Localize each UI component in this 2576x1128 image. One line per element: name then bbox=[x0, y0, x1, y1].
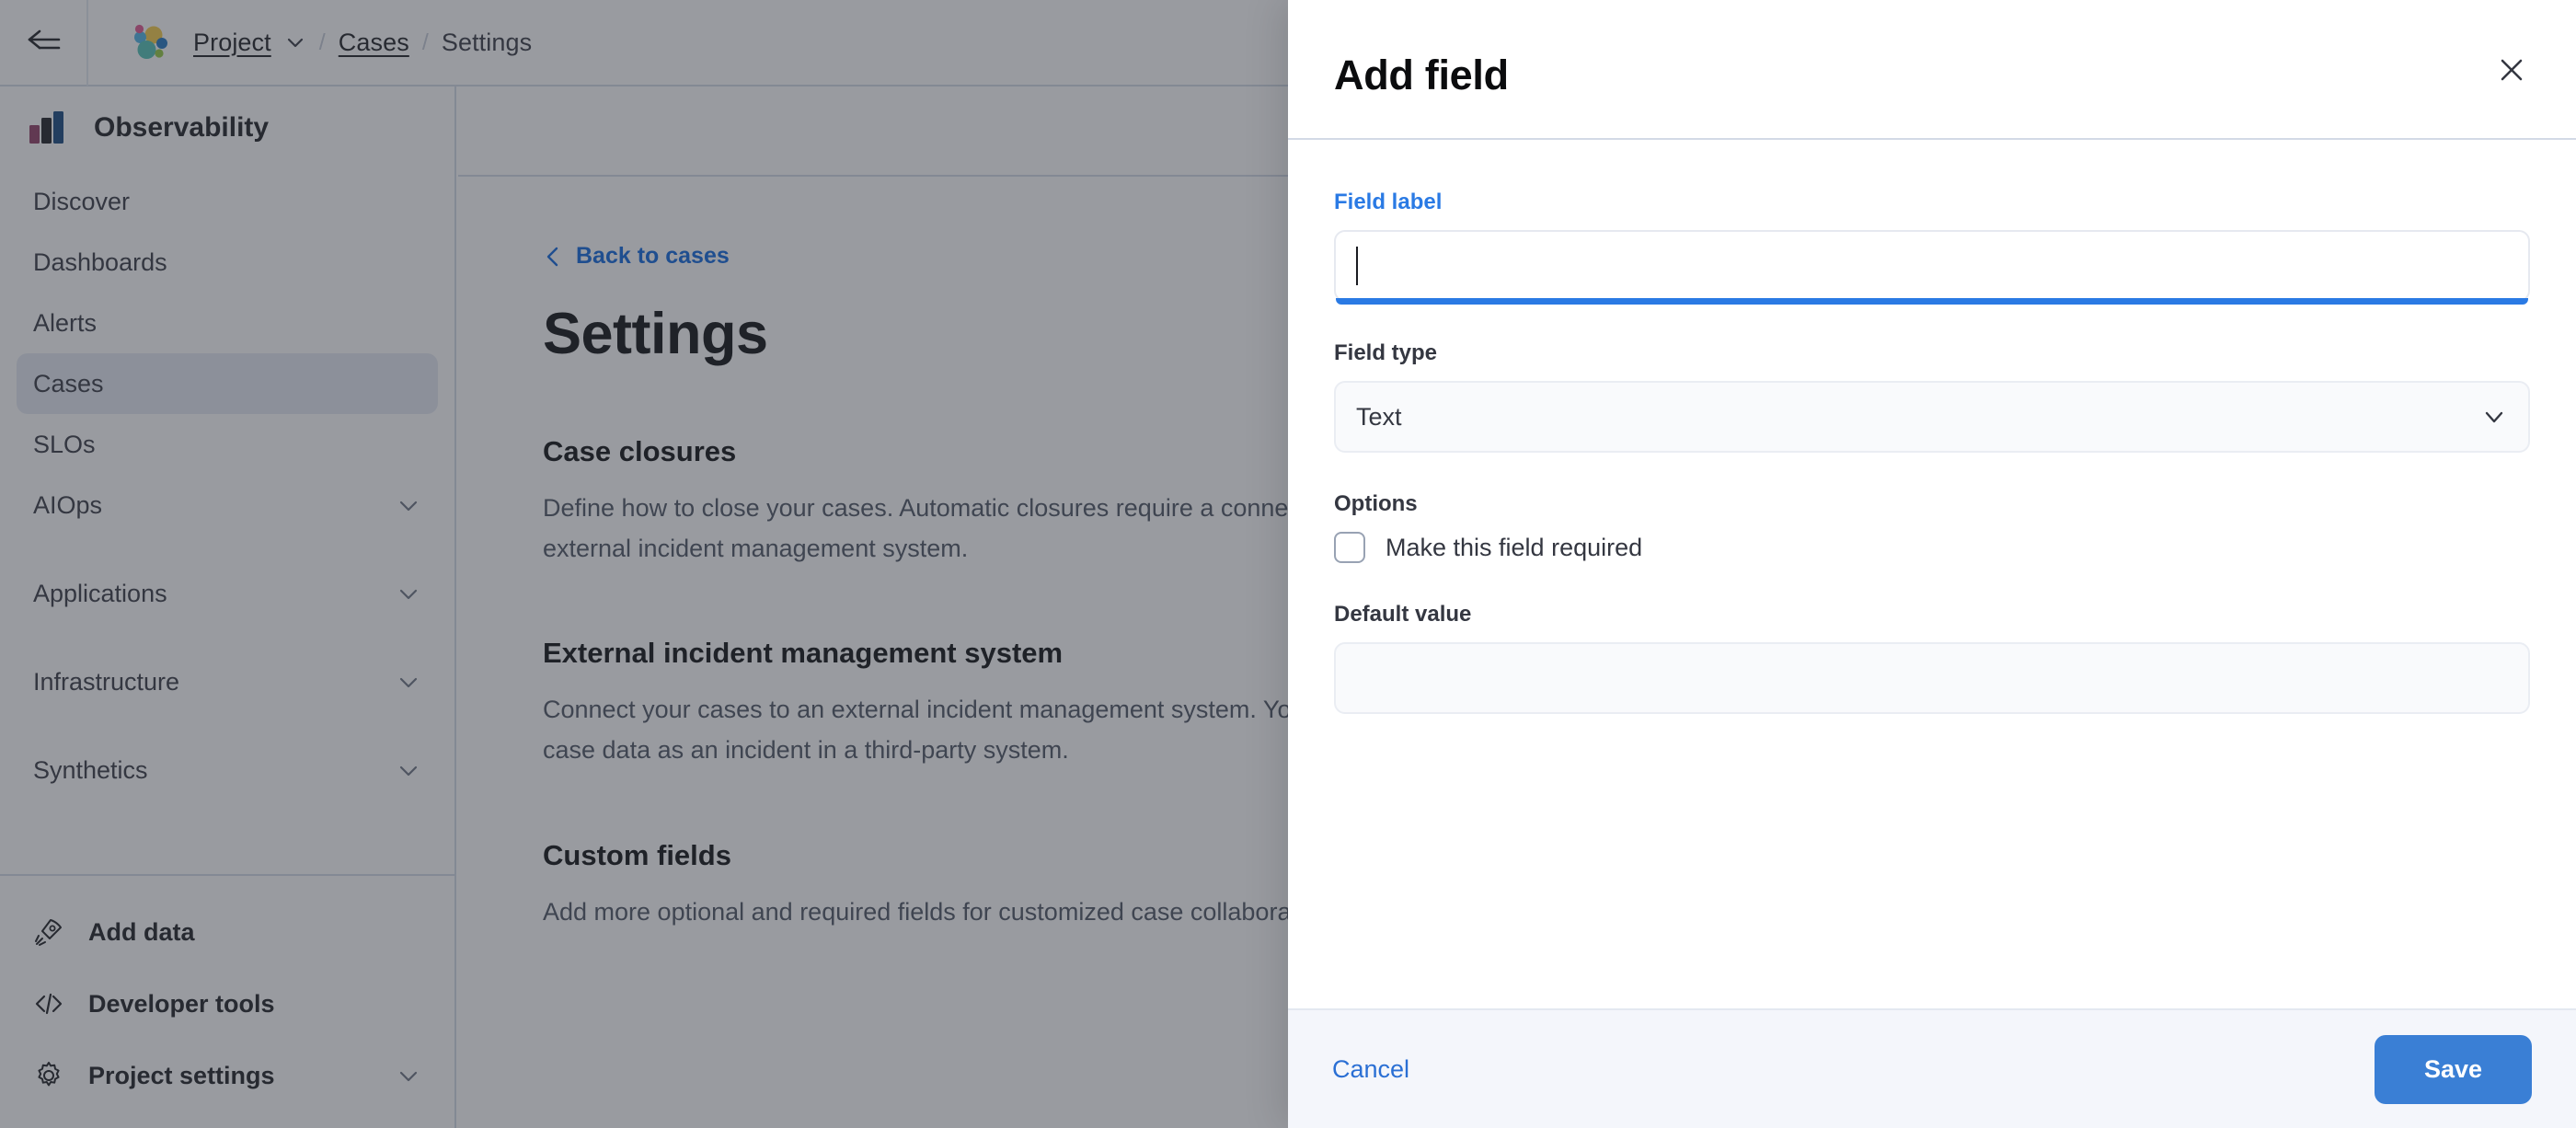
field-label-input[interactable] bbox=[1334, 230, 2530, 302]
field-type-label: Field type bbox=[1334, 340, 2530, 366]
close-icon bbox=[2496, 54, 2527, 86]
default-value-row: Default value bbox=[1334, 602, 2530, 719]
text-cursor-caret bbox=[1356, 247, 1358, 285]
flyout-title: Add field bbox=[1334, 52, 2517, 99]
options-label: Options bbox=[1334, 491, 2530, 517]
field-type-selected-value: Text bbox=[1356, 403, 1402, 432]
field-type-select[interactable]: Text bbox=[1334, 381, 2530, 453]
field-label-row: Field label bbox=[1334, 190, 2530, 302]
default-value-input[interactable] bbox=[1334, 642, 2530, 714]
make-field-required-label[interactable]: Make this field required bbox=[1386, 534, 1642, 562]
close-button[interactable] bbox=[2486, 44, 2537, 96]
flyout-footer: Cancel Save bbox=[1288, 1008, 2576, 1128]
chevron-down-icon bbox=[2480, 403, 2508, 431]
field-label-label: Field label bbox=[1334, 190, 2530, 215]
make-field-required-checkbox[interactable] bbox=[1334, 532, 1365, 563]
field-type-row: Field type Text bbox=[1334, 340, 2530, 453]
options-row: Options Make this field required bbox=[1334, 491, 2530, 563]
make-required-checkbox-row: Make this field required bbox=[1334, 532, 2530, 563]
field-label-input-wrap bbox=[1334, 230, 2530, 302]
default-value-label: Default value bbox=[1334, 602, 2530, 627]
cancel-button[interactable]: Cancel bbox=[1332, 1055, 1409, 1084]
add-field-flyout: Add field Field label Field ty bbox=[1288, 0, 2576, 1128]
flyout-header: Add field bbox=[1288, 0, 2576, 140]
flyout-body: Field label Field type Text Options bbox=[1288, 140, 2576, 1008]
save-button[interactable]: Save bbox=[2375, 1035, 2532, 1104]
